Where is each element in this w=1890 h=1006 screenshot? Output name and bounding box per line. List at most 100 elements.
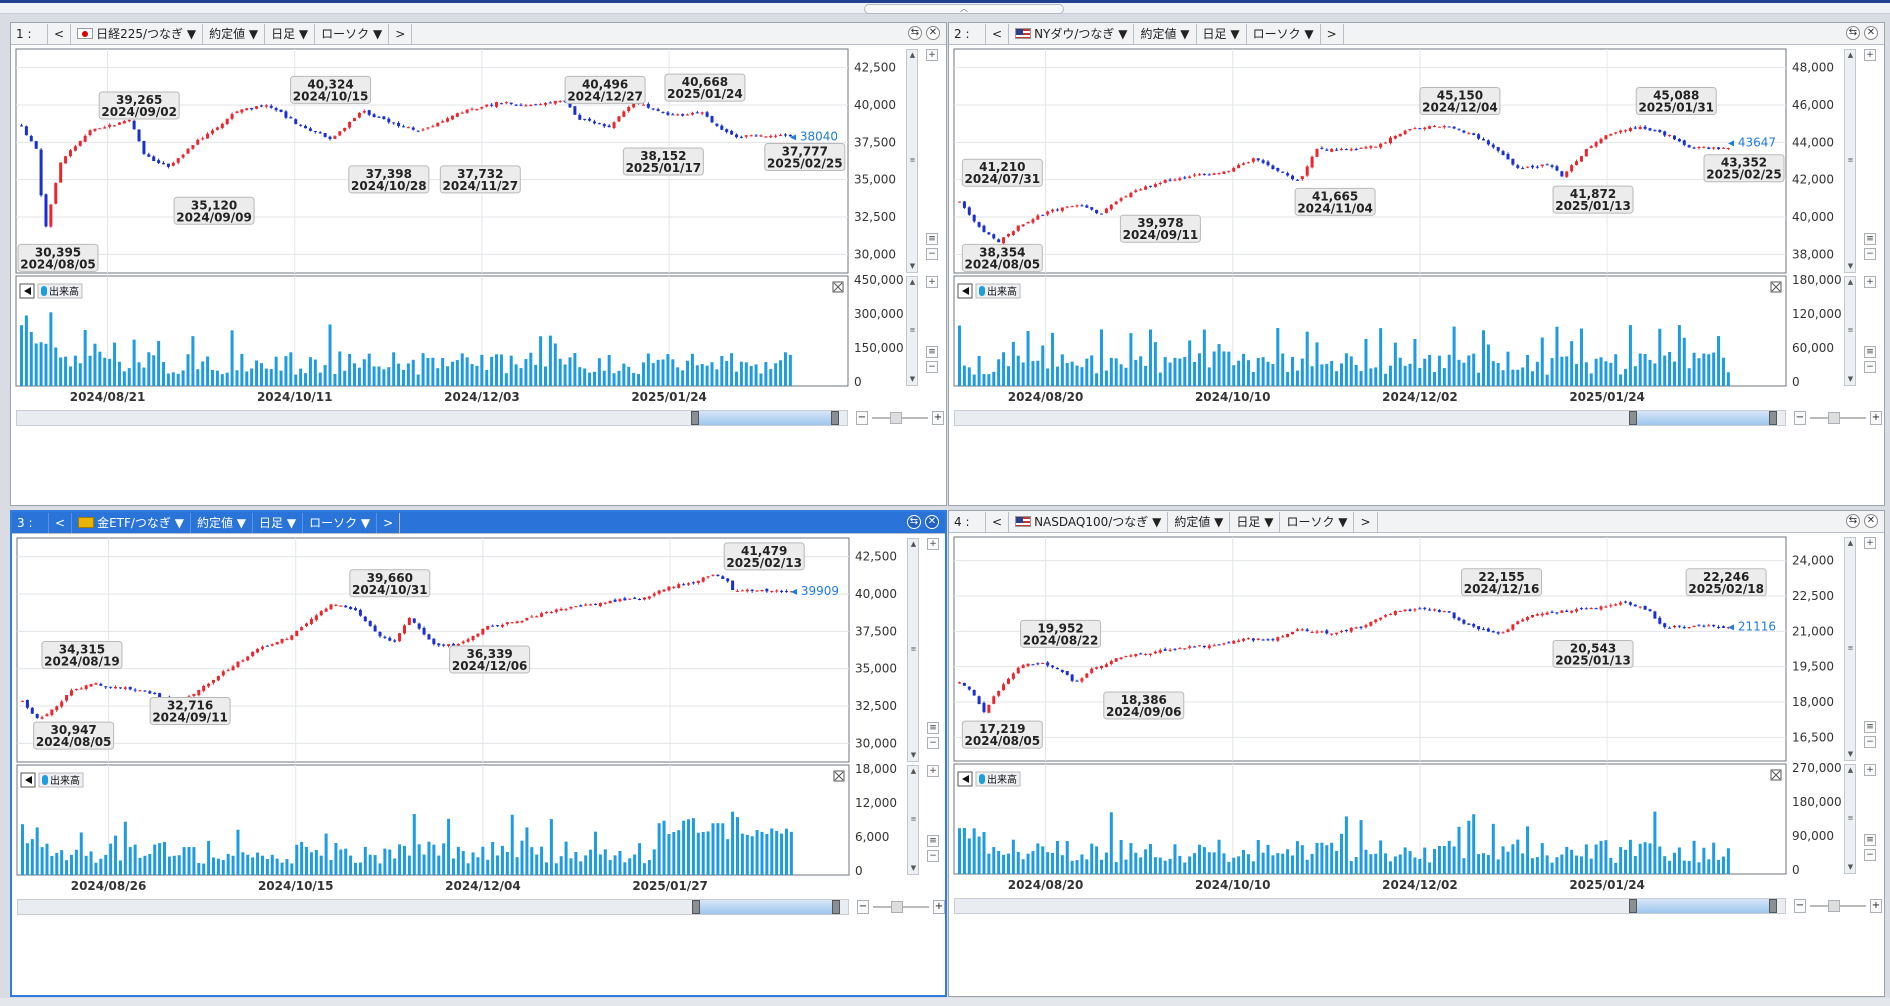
volume-vertical-scrollbar[interactable]: ▲ ≡ ▼ xyxy=(907,765,919,875)
scroll-grip-icon[interactable]: ≡ xyxy=(909,815,918,824)
time-navigator[interactable] xyxy=(16,410,848,426)
scroll-down-icon[interactable]: ▼ xyxy=(1846,750,1855,759)
scroll-grip-icon[interactable]: ≡ xyxy=(909,645,918,654)
h-zoom-in-icon[interactable]: + xyxy=(932,411,944,425)
scroll-down-icon[interactable]: ▼ xyxy=(908,262,917,271)
navigator-left-handle[interactable] xyxy=(691,900,700,914)
collapse-grip[interactable]: ︿ xyxy=(864,4,1064,14)
scroll-down-icon[interactable]: ▼ xyxy=(909,864,918,873)
horizontal-zoom[interactable]: − + xyxy=(1794,899,1882,913)
navigator-right-handle[interactable] xyxy=(832,900,840,914)
time-navigator[interactable] xyxy=(954,410,1786,426)
zoom-in-icon[interactable]: + xyxy=(1864,537,1876,549)
h-zoom-thumb[interactable] xyxy=(1828,412,1840,424)
volume-vertical-scrollbar[interactable]: ▲ ≡ ▼ xyxy=(1844,276,1856,386)
price-plot-area[interactable] xyxy=(16,537,850,763)
price-vertical-scrollbar[interactable]: ▲ ≡ ▼ xyxy=(907,538,919,762)
zoom-in-icon[interactable]: + xyxy=(1864,276,1876,288)
zoom-in-icon[interactable]: + xyxy=(1864,764,1876,776)
chart-canvas[interactable]: 42,500 40,000 37,500 35,000 32,500 30,000 ◂ 38… xyxy=(11,23,948,507)
zoom-out-icon[interactable]: − xyxy=(927,737,939,749)
chart-canvas[interactable]: 42,500 40,000 37,500 35,000 32,500 30,000 ◂ 39… xyxy=(12,512,949,999)
h-zoom-out-icon[interactable]: − xyxy=(856,411,868,425)
price-vertical-scrollbar[interactable]: ▲ ≡ ▼ xyxy=(1844,49,1856,273)
annotation-date: 2024/11/27 xyxy=(443,179,519,193)
zoom-slider-icon[interactable]: ≡ xyxy=(926,346,938,358)
price-axis-label: 48,000 xyxy=(1792,61,1834,75)
scroll-up-icon[interactable]: ▲ xyxy=(908,51,917,60)
zoom-out-icon[interactable]: − xyxy=(1864,248,1876,260)
scroll-grip-icon[interactable]: ≡ xyxy=(1846,814,1855,823)
zoom-in-icon[interactable]: + xyxy=(926,276,938,288)
scroll-down-icon[interactable]: ▼ xyxy=(1846,262,1855,271)
zoom-out-icon[interactable]: − xyxy=(927,850,939,862)
zoom-out-icon[interactable]: − xyxy=(1864,849,1876,861)
scroll-down-icon[interactable]: ▼ xyxy=(908,375,917,384)
zoom-slider-icon[interactable]: ≡ xyxy=(1864,834,1876,846)
chart-panel-4[interactable]: 4 : < NASDAQ100/つなぎ ▼ 約定値 ▼ 日足 ▼ ローソク ▼ … xyxy=(948,510,1885,997)
scroll-up-icon[interactable]: ▲ xyxy=(1846,278,1855,287)
zoom-in-icon[interactable]: + xyxy=(927,765,939,777)
chart-canvas[interactable]: 24,000 22,500 21,000 19,500 18,000 16,500 ◂ 21… xyxy=(949,511,1886,998)
zoom-slider-icon[interactable]: ≡ xyxy=(1864,721,1876,733)
scroll-grip-icon[interactable]: ≡ xyxy=(1846,326,1855,335)
scroll-grip-icon[interactable]: ≡ xyxy=(1846,156,1855,165)
h-zoom-in-icon[interactable]: + xyxy=(1870,411,1882,425)
volume-vertical-scrollbar[interactable]: ▲ ≡ ▼ xyxy=(906,276,918,386)
scroll-down-icon[interactable]: ▼ xyxy=(909,751,918,760)
scroll-grip-icon[interactable]: ≡ xyxy=(1846,644,1855,653)
zoom-in-icon[interactable]: + xyxy=(927,538,939,550)
candle-body xyxy=(1472,133,1476,135)
zoom-slider-icon[interactable]: ≡ xyxy=(927,835,939,847)
navigator-left-handle[interactable] xyxy=(1628,899,1637,913)
navigator-left-handle[interactable] xyxy=(1628,411,1637,425)
h-zoom-out-icon[interactable]: − xyxy=(857,900,869,914)
chart-panel-2[interactable]: 2 : < NYダウ/つなぎ ▼ 約定値 ▼ 日足 ▼ ローソク ▼ > ⇆ ✕… xyxy=(948,22,1885,506)
scroll-grip-icon[interactable]: ≡ xyxy=(908,326,917,335)
navigator-right-handle[interactable] xyxy=(831,411,839,425)
zoom-out-icon[interactable]: − xyxy=(926,361,938,373)
volume-vertical-scrollbar[interactable]: ▲ ≡ ▼ xyxy=(1844,764,1856,874)
chart-canvas[interactable]: 48,000 46,000 44,000 42,000 40,000 38,000 ◂ 43… xyxy=(949,23,1886,507)
horizontal-zoom[interactable]: − + xyxy=(1794,411,1882,425)
h-zoom-in-icon[interactable]: + xyxy=(933,900,945,914)
h-zoom-in-icon[interactable]: + xyxy=(1870,899,1882,913)
h-zoom-thumb[interactable] xyxy=(891,901,903,913)
scroll-up-icon[interactable]: ▲ xyxy=(1846,51,1855,60)
price-plot-area[interactable] xyxy=(953,536,1787,762)
zoom-out-icon[interactable]: − xyxy=(926,248,938,260)
scroll-grip-icon[interactable]: ≡ xyxy=(908,156,917,165)
price-vertical-scrollbar[interactable]: ▲ ≡ ▼ xyxy=(1844,537,1856,761)
scroll-down-icon[interactable]: ▼ xyxy=(1846,863,1855,872)
h-zoom-out-icon[interactable]: − xyxy=(1794,899,1806,913)
horizontal-zoom[interactable]: − + xyxy=(856,411,944,425)
navigator-right-handle[interactable] xyxy=(1769,899,1777,913)
candle-body xyxy=(1477,626,1481,630)
scroll-up-icon[interactable]: ▲ xyxy=(1846,766,1855,775)
horizontal-zoom[interactable]: − + xyxy=(857,900,945,914)
h-zoom-out-icon[interactable]: − xyxy=(1794,411,1806,425)
time-navigator[interactable] xyxy=(954,898,1786,914)
navigator-right-handle[interactable] xyxy=(1769,411,1777,425)
zoom-slider-icon[interactable]: ≡ xyxy=(1864,346,1876,358)
scroll-down-icon[interactable]: ▼ xyxy=(1846,375,1855,384)
h-zoom-thumb[interactable] xyxy=(890,412,902,424)
zoom-slider-icon[interactable]: ≡ xyxy=(926,233,938,245)
chart-panel-3[interactable]: 3 : < 金ETF/つなぎ ▼ 約定値 ▼ 日足 ▼ ローソク ▼ > ⇆ ✕… xyxy=(10,510,947,997)
zoom-out-icon[interactable]: − xyxy=(1864,736,1876,748)
navigator-left-handle[interactable] xyxy=(690,411,699,425)
zoom-out-icon[interactable]: − xyxy=(1864,361,1876,373)
price-vertical-scrollbar[interactable]: ▲ ≡ ▼ xyxy=(906,49,918,273)
scroll-up-icon[interactable]: ▲ xyxy=(908,278,917,287)
chart-panel-1[interactable]: 1 : < 日経225/つなぎ ▼ 約定値 ▼ 日足 ▼ ローソク ▼ > ⇆ … xyxy=(10,22,947,506)
price-plot-area[interactable] xyxy=(953,48,1787,274)
zoom-in-icon[interactable]: + xyxy=(1864,49,1876,61)
zoom-slider-icon[interactable]: ≡ xyxy=(1864,233,1876,245)
time-navigator[interactable] xyxy=(17,899,849,915)
zoom-slider-icon[interactable]: ≡ xyxy=(927,722,939,734)
scroll-up-icon[interactable]: ▲ xyxy=(909,767,918,776)
h-zoom-thumb[interactable] xyxy=(1828,900,1840,912)
zoom-in-icon[interactable]: + xyxy=(926,49,938,61)
scroll-up-icon[interactable]: ▲ xyxy=(1846,539,1855,548)
scroll-up-icon[interactable]: ▲ xyxy=(909,540,918,549)
